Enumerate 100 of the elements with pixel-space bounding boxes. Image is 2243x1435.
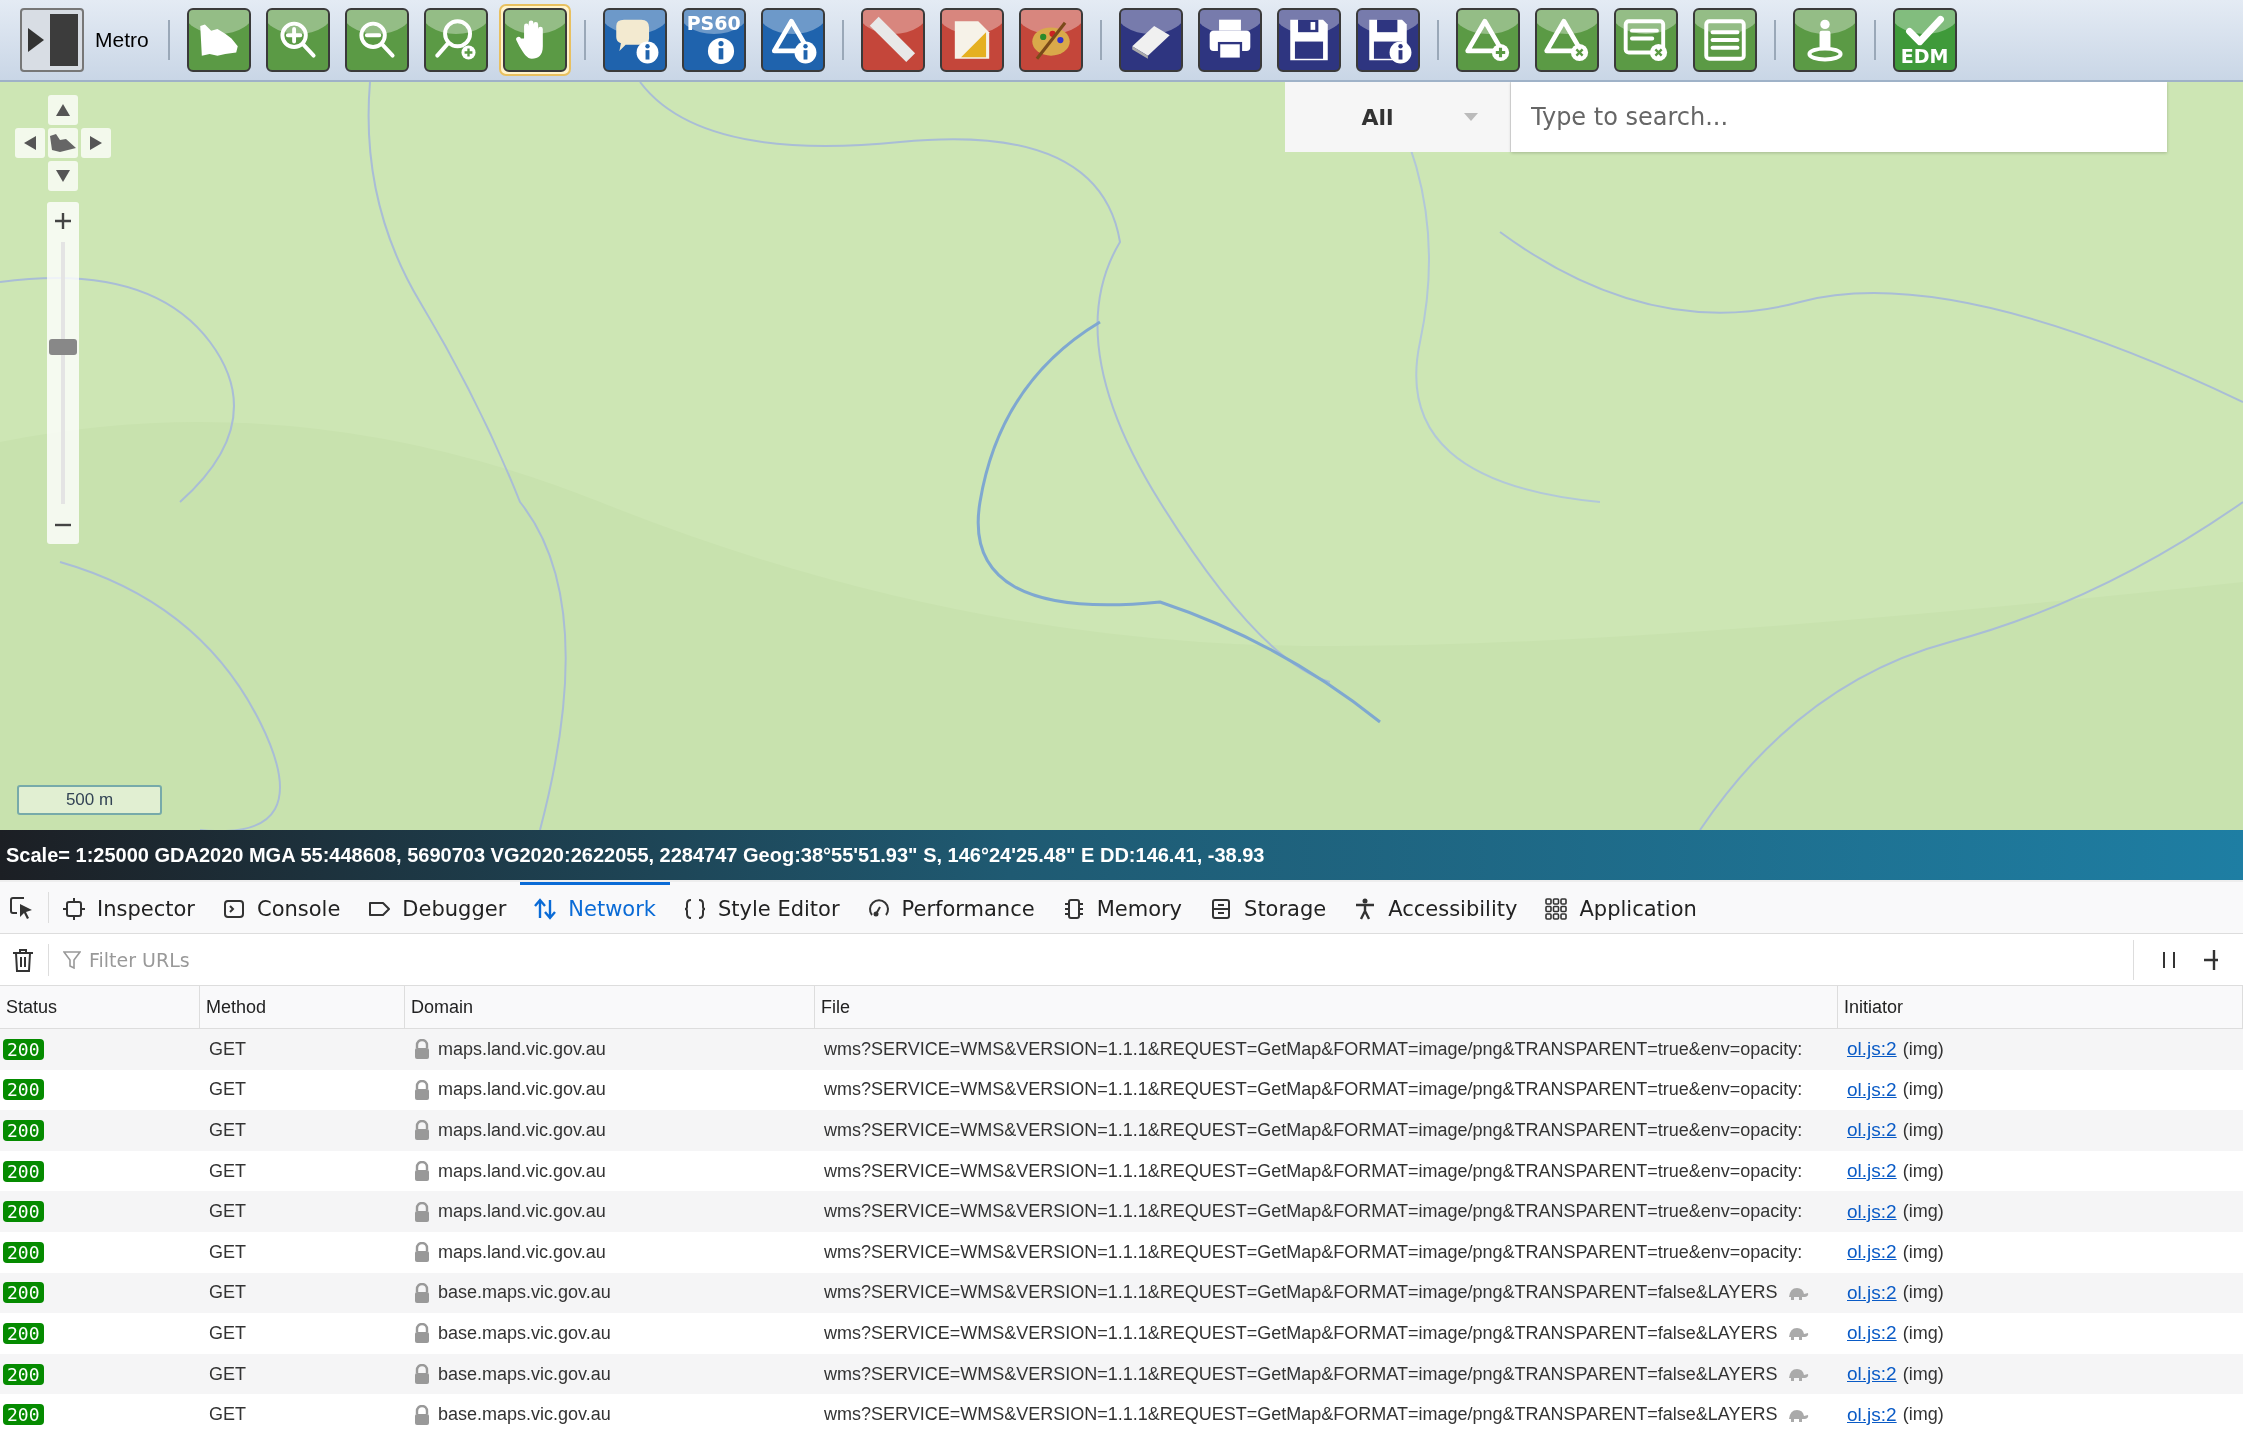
table-row[interactable]: 200 GET maps.land.vic.gov.au wms?SERVICE=WMS&VERSION=1.1.1&REQUEST=GetMap&FORMAT=image/png&TRANSPARENT=true&env=opacity: ol.js:2 (img) <box>0 1110 2243 1151</box>
add-button[interactable] <box>2204 949 2218 970</box>
table-row[interactable]: 200 GET maps.land.vic.gov.au wms?SERVICE=WMS&VERSION=1.1.1&REQUEST=GetMap&FORMAT=image/png&TRANSPARENT=true&env=opacity: ol.js:2 (img) <box>0 1191 2243 1232</box>
table-cell-text: GET <box>208 1241 247 1263</box>
devtools-tab[interactable]: Style Editor <box>670 882 854 933</box>
domain-text: maps.land.vic.gov.au <box>438 1241 606 1263</box>
initiator-link[interactable]: ol.js:2 <box>1847 1038 1897 1061</box>
devtools-tab[interactable]: Debugger <box>354 882 521 933</box>
initiator-type: (img) <box>1902 1363 1944 1385</box>
devtools-tab[interactable]: Accessibility <box>1340 882 1532 933</box>
devtools-tab[interactable]: Memory <box>1048 882 1197 933</box>
initiator-type: (img) <box>1902 1282 1944 1304</box>
devtools-tab[interactable]: Console <box>208 882 355 933</box>
clear-button[interactable] <box>12 947 34 972</box>
domain-text: base.maps.vic.gov.au <box>438 1363 611 1385</box>
plus-icon <box>2204 949 2218 970</box>
domain-text: base.maps.vic.gov.au <box>438 1282 611 1304</box>
braces-icon <box>684 898 706 920</box>
zoom-slider-thumb[interactable] <box>49 338 77 355</box>
table-row[interactable]: 200 GET maps.land.vic.gov.au wms?SERVICE=WMS&VERSION=1.1.1&REQUEST=GetMap&FORMAT=image/png&TRANSPARENT=true&env=opacity: ol.js:2 (img) <box>0 1029 2243 1070</box>
terminal-icon <box>222 898 245 920</box>
panel-toggle-button[interactable] <box>20 8 84 72</box>
caret-icon <box>1463 113 1478 121</box>
file-text: wms?SERVICE=WMS&VERSION=1.1.1&REQUEST=GetMap&FORMAT=image/png&TRANSPARENT=true&env=opacity: <box>824 1120 1803 1141</box>
check-icon <box>1904 14 1945 46</box>
lock-icon <box>414 1364 430 1385</box>
lock-icon <box>414 1079 430 1100</box>
initiator-link[interactable]: ol.js:2 <box>1847 1281 1897 1304</box>
column-header[interactable]: Initiator <box>1838 986 2243 1028</box>
pause-icon <box>2162 949 2176 970</box>
table-cell-text: GET <box>208 1120 247 1141</box>
initiator-type: (img) <box>1902 1038 1944 1060</box>
initiator-type: (img) <box>1902 1241 1944 1263</box>
column-header[interactable]: Status <box>0 986 200 1028</box>
ruler-icon <box>867 15 918 65</box>
initiator-type: (img) <box>1902 1120 1944 1141</box>
initiator-link[interactable]: ol.js:2 <box>1847 1160 1897 1183</box>
domain-text: maps.land.vic.gov.au <box>438 1120 606 1141</box>
frame-icon <box>63 898 85 920</box>
file-text: wms?SERVICE=WMS&VERSION=1.1.1&REQUEST=GetMap&FORMAT=image/png&TRANSPARENT=true&env=opacity: <box>824 1160 1803 1182</box>
lock-icon <box>414 1120 430 1141</box>
initiator-link[interactable]: ol.js:2 <box>1847 1363 1897 1386</box>
pan-up-button[interactable] <box>48 95 78 125</box>
table-cell-text: GET <box>208 1363 247 1385</box>
grid-icon <box>1545 898 1568 920</box>
down-arrow-icon <box>56 170 70 182</box>
state-map-icon <box>50 134 76 152</box>
pan-down-button[interactable] <box>48 161 78 191</box>
status-badge: 200 <box>3 1241 44 1263</box>
initiator-link[interactable]: ol.js:2 <box>1847 1200 1897 1223</box>
initiator-type: (img) <box>1902 1201 1944 1223</box>
plus-icon <box>55 213 71 229</box>
status-badge: 200 <box>3 1322 44 1344</box>
lock-icon <box>414 1242 430 1263</box>
pause-button[interactable] <box>2162 949 2176 970</box>
devtools-tab[interactable]: Inspector <box>49 882 209 933</box>
status-badge: 200 <box>3 1120 44 1141</box>
file-text: wms?SERVICE=WMS&VERSION=1.1.1&REQUEST=GetMap&FORMAT=image/png&TRANSPARENT=false&LAYERS <box>824 1322 1778 1344</box>
column-header[interactable]: File <box>815 986 1838 1028</box>
status-badge: 200 <box>3 1404 44 1426</box>
turtle-icon <box>1787 1326 1810 1341</box>
initiator-link[interactable]: ol.js:2 <box>1847 1078 1897 1101</box>
scope-dropdown[interactable]: All <box>1285 82 1511 152</box>
column-header[interactable]: Method <box>200 986 405 1028</box>
column-header[interactable]: Domain <box>405 986 815 1028</box>
right-arrow-icon <box>90 136 102 150</box>
left-arrow-icon <box>24 136 36 150</box>
table-row[interactable]: 200 GET base.maps.vic.gov.au wms?SERVICE=WMS&VERSION=1.1.1&REQUEST=GetMap&FORMAT=image/png&TRANSPARENT=false&LAYERS ol.js:2 (img) <box>0 1353 2243 1395</box>
status-badge: 200 <box>3 1160 44 1182</box>
up-arrow-icon <box>56 104 70 116</box>
file-text: wms?SERVICE=WMS&VERSION=1.1.1&REQUEST=GetMap&FORMAT=image/png&TRANSPARENT=false&LAYERS <box>824 1404 1778 1426</box>
initiator-link[interactable]: ol.js:2 <box>1847 1241 1897 1264</box>
turtle-icon <box>1787 1285 1810 1300</box>
table-cell-text: GET <box>208 1038 247 1060</box>
search-field[interactable]: Type to search... <box>1511 82 2167 152</box>
file-text: wms?SERVICE=WMS&VERSION=1.1.1&REQUEST=GetMap&FORMAT=image/png&TRANSPARENT=true&env=opacity: <box>824 1038 1803 1060</box>
drawer-icon <box>1210 898 1233 920</box>
file-text: wms?SERVICE=WMS&VERSION=1.1.1&REQUEST=GetMap&FORMAT=image/png&TRANSPARENT=true&env=opacity: <box>824 1079 1803 1101</box>
table-row[interactable]: 200 GET base.maps.vic.gov.au wms?SERVICE=WMS&VERSION=1.1.1&REQUEST=GetMap&FORMAT=image/png&TRANSPARENT=false&LAYERS ol.js:2 (img) <box>0 1272 2243 1314</box>
devtools-tab[interactable]: Performance <box>853 882 1049 933</box>
initiator-link[interactable]: ol.js:2 <box>1847 1403 1897 1426</box>
file-text: wms?SERVICE=WMS&VERSION=1.1.1&REQUEST=GetMap&FORMAT=image/png&TRANSPARENT=false&LAYERS <box>824 1363 1778 1385</box>
turtle-icon <box>1787 1367 1810 1382</box>
initiator-link[interactable]: ol.js:2 <box>1847 1322 1897 1345</box>
table-cell-text: GET <box>208 1201 247 1223</box>
lock-icon <box>414 1404 430 1425</box>
domain-text: base.maps.vic.gov.au <box>438 1322 611 1344</box>
devtools-tab[interactable]: Storage <box>1196 882 1341 933</box>
domain-text: maps.land.vic.gov.au <box>438 1038 606 1060</box>
lock-icon <box>414 1201 430 1222</box>
initiator-link[interactable]: ol.js:2 <box>1847 1119 1897 1142</box>
lock-icon <box>414 1323 430 1344</box>
status-badge: 200 <box>3 1363 44 1385</box>
pan-right-button[interactable] <box>81 128 111 158</box>
devtools-tab[interactable]: Application <box>1531 882 1711 933</box>
initiator-type: (img) <box>1902 1404 1944 1426</box>
filter-icon <box>63 950 81 969</box>
pan-left-button[interactable] <box>15 128 45 158</box>
lock-icon <box>414 1161 430 1182</box>
table-cell-text: GET <box>208 1282 247 1304</box>
